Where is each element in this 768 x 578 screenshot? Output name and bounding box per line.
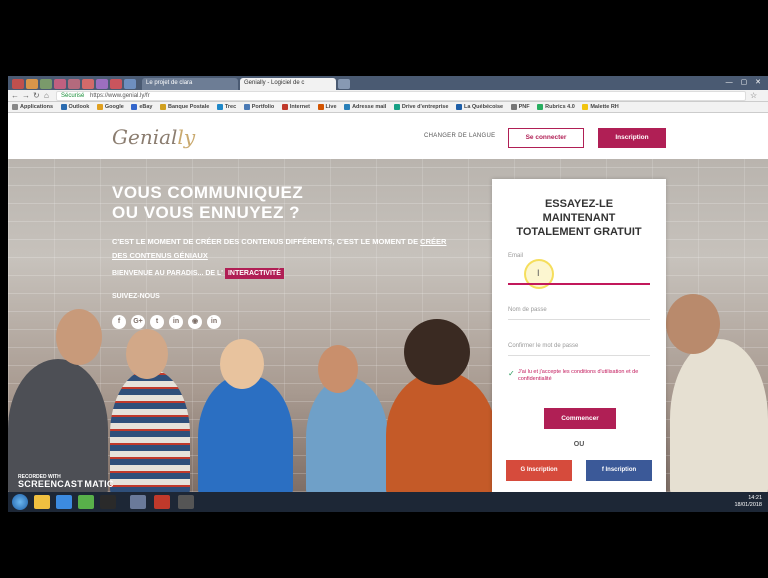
- url-input[interactable]: Sécurisé https://www.genial.ly/fr: [56, 91, 746, 101]
- person-photo: [56, 309, 102, 365]
- pinned-tab[interactable]: [124, 79, 136, 89]
- app-icon[interactable]: [78, 495, 94, 509]
- hero-subline: C'EST LE MOMENT DE CRÉER DES CONTENUS DI…: [112, 237, 447, 260]
- password-field[interactable]: Nom de passe: [508, 307, 547, 313]
- pinned-tab[interactable]: [12, 79, 24, 89]
- linkedin-icon[interactable]: in: [207, 315, 221, 329]
- home-icon[interactable]: ⌂: [44, 91, 49, 100]
- site-header: Genially CHANGER DE LANGUE Se connecter …: [8, 113, 768, 159]
- recorder-watermark: RECORDED WITH SCREENCAST MATIC: [18, 474, 114, 489]
- form-title: ESSAYEZ-LE MAINTENANT TOTALEMENT GRATUIT: [516, 198, 642, 238]
- bookmark-item[interactable]: Rubrics 4.0: [537, 104, 575, 110]
- secure-label: Sécurisé: [61, 93, 85, 99]
- bookmark-item[interactable]: eBay: [131, 104, 153, 110]
- google-signup-button[interactable]: G Inscription: [506, 460, 572, 481]
- person-photo: [404, 319, 470, 385]
- browser-tab-bar: Le projet de clara Genially - Logiciel d…: [8, 76, 768, 90]
- change-language-link[interactable]: CHANGER DE LANGUE: [424, 133, 495, 139]
- pinned-tab[interactable]: [54, 79, 66, 89]
- instagram-icon[interactable]: ◉: [188, 315, 202, 329]
- follow-us-label: SUIVEZ-NOUS: [112, 293, 160, 300]
- person-photo: [110, 369, 190, 492]
- app-icon[interactable]: [178, 495, 194, 509]
- person-photo: [198, 374, 293, 492]
- signup-form-card: ESSAYEZ-LE MAINTENANT TOTALEMENT GRATUIT…: [492, 179, 666, 492]
- genially-logo[interactable]: Genially: [112, 125, 195, 149]
- social-links: f G+ t in ◉ in: [112, 315, 221, 329]
- person-photo: [306, 377, 388, 492]
- reload-icon[interactable]: ↻: [33, 91, 40, 100]
- google-plus-icon[interactable]: G+: [131, 315, 145, 329]
- new-tab-button[interactable]: [338, 79, 350, 89]
- facebook-signup-button[interactable]: f Inscription: [586, 460, 652, 481]
- app-icon[interactable]: [56, 495, 72, 509]
- login-button[interactable]: Se connecter: [508, 128, 584, 148]
- person-photo: [126, 329, 168, 379]
- email-label: Email: [508, 253, 524, 259]
- start-button-icon[interactable]: [12, 494, 28, 510]
- bookmark-item[interactable]: La Québécoise: [455, 104, 503, 110]
- person-photo: [220, 339, 264, 389]
- linkedin-icon[interactable]: in: [169, 315, 183, 329]
- signup-button[interactable]: Inscription: [598, 128, 666, 148]
- person-photo: [318, 345, 358, 393]
- bookmark-item[interactable]: Live: [317, 104, 337, 110]
- pinned-tab[interactable]: [40, 79, 52, 89]
- hero-headline: VOUS COMMUNIQUEZ OU VOUS ENNUYEZ ?: [112, 183, 304, 222]
- windows-taskbar: 14:21 18/01/2018: [8, 492, 768, 512]
- bookmark-item[interactable]: Applications: [12, 104, 53, 110]
- bookmark-item[interactable]: PNF: [510, 104, 530, 110]
- screen: Le projet de clara Genially - Logiciel d…: [8, 76, 768, 512]
- person-photo: [666, 294, 720, 354]
- pinned-tab[interactable]: [68, 79, 80, 89]
- person-photo: [670, 339, 768, 492]
- bookmark-item[interactable]: Malette RH: [582, 104, 619, 110]
- interactivity-badge: INTERACTIVITÉ: [224, 268, 284, 279]
- person-photo: [8, 359, 108, 492]
- bookmark-item[interactable]: Adresse mail: [344, 104, 386, 110]
- app-icon[interactable]: [130, 495, 146, 509]
- text-cursor-icon: I: [537, 268, 540, 278]
- address-bar-row: ← → ↻ ⌂ Sécurisé https://www.genial.ly/f…: [8, 90, 768, 102]
- hero-section: VOUS COMMUNIQUEZ OU VOUS ENNUYEZ ? C'EST…: [8, 159, 768, 492]
- system-clock[interactable]: 14:21 18/01/2018: [734, 495, 762, 509]
- bookmark-item[interactable]: Outlook: [60, 104, 89, 110]
- chrome-icon[interactable]: [154, 495, 170, 509]
- welcome-text: BIENVENUE AU PARADIS... DE L' INTERACTIVI…: [112, 268, 284, 279]
- bookmark-item[interactable]: Banque Postale: [160, 104, 209, 110]
- pinned-tab[interactable]: [110, 79, 122, 89]
- person-photo: [386, 371, 496, 492]
- bookmark-item[interactable]: Portfolio: [243, 104, 274, 110]
- bookmark-item[interactable]: Drive d'entreprise: [393, 104, 448, 110]
- confirm-password-field-line: [508, 355, 650, 356]
- twitter-icon[interactable]: t: [150, 315, 164, 329]
- bookmark-item[interactable]: Trec: [216, 104, 236, 110]
- pinned-tab[interactable]: [96, 79, 108, 89]
- bookmark-item[interactable]: Internet: [281, 104, 310, 110]
- bookmark-item[interactable]: Google: [96, 104, 124, 110]
- window-controls[interactable]: — ▢ ✕: [726, 78, 764, 86]
- terms-text[interactable]: J'ai lu et j'accepte les conditions d'ut…: [508, 369, 650, 383]
- video-frame: Le projet de clara Genially - Logiciel d…: [0, 0, 768, 578]
- app-icon[interactable]: [100, 495, 116, 509]
- email-field[interactable]: [508, 283, 650, 285]
- confirm-password-field[interactable]: Confirmer le mot de passe: [508, 343, 578, 349]
- back-icon[interactable]: ←: [11, 91, 19, 100]
- url-text: https://www.genial.ly/fr: [90, 93, 150, 99]
- browser-tab[interactable]: Le projet de clara: [142, 78, 238, 90]
- password-field-line: [508, 319, 650, 320]
- bookmarks-bar: Applications Outlook Google eBay Banque …: [8, 102, 768, 113]
- start-button[interactable]: Commencer: [544, 408, 616, 429]
- pinned-tab[interactable]: [82, 79, 94, 89]
- star-icon[interactable]: ☆: [750, 91, 757, 100]
- pinned-tab[interactable]: [26, 79, 38, 89]
- explorer-icon[interactable]: [34, 495, 50, 509]
- forward-icon[interactable]: →: [22, 91, 30, 100]
- facebook-icon[interactable]: f: [112, 315, 126, 329]
- browser-tab-active[interactable]: Genially - Logiciel de c: [240, 78, 336, 90]
- or-separator: OU: [573, 441, 585, 448]
